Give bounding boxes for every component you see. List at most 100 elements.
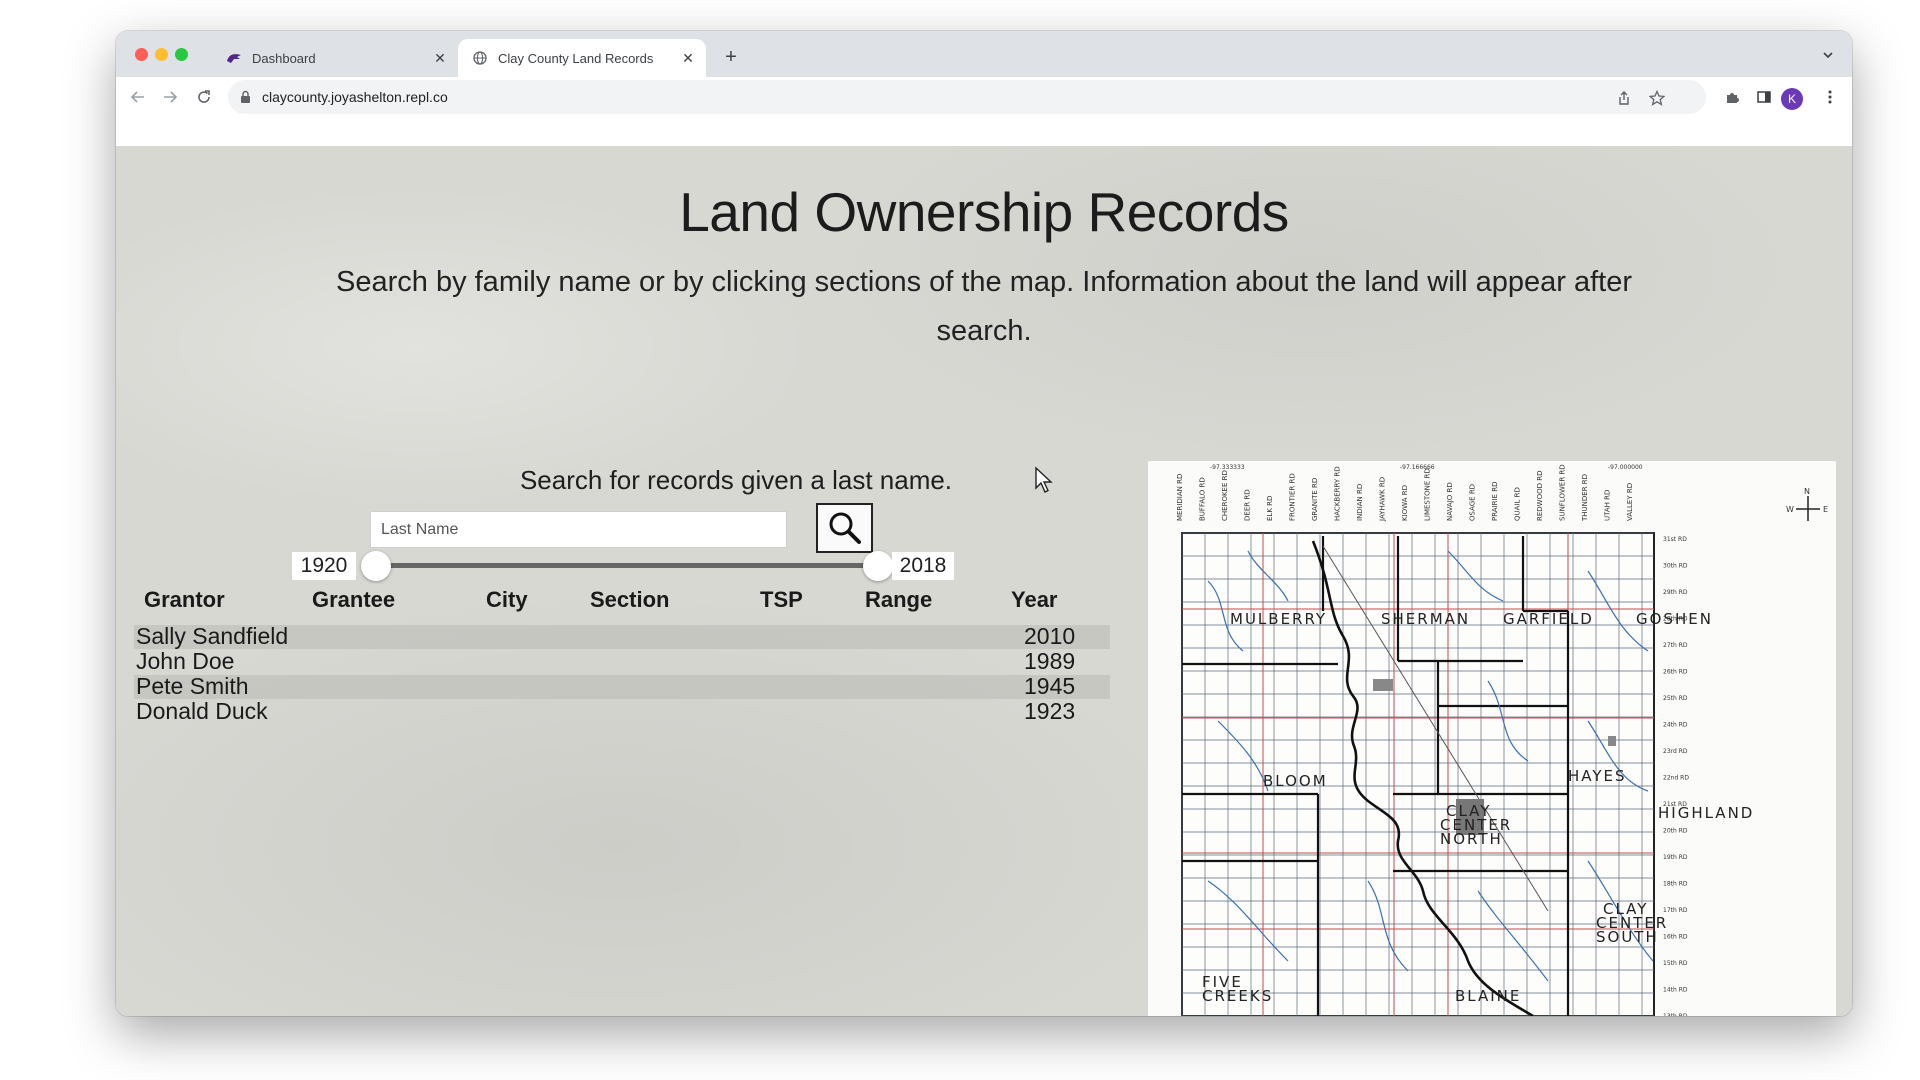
column-header-tsp: TSP	[760, 587, 803, 612]
close-window-button[interactable]	[135, 48, 148, 61]
forward-arrow-icon[interactable]	[158, 85, 182, 109]
east-road-label: 17th RD	[1663, 907, 1688, 914]
table-row[interactable]: Pete Smith 1945	[134, 673, 1110, 699]
wildcat-logo-icon	[226, 50, 242, 66]
east-road-label: 22nd RD	[1663, 775, 1689, 782]
road-label: GRANITE RD	[1311, 478, 1319, 521]
road-label: LIMESTONE RD	[1424, 468, 1432, 521]
year-range-slider-track[interactable]	[378, 563, 878, 568]
coordinate-label: -97.333333	[1210, 464, 1245, 471]
township-label: BLOOM	[1263, 772, 1328, 790]
record-name: Donald Duck	[136, 698, 268, 724]
search-prompt: Search for records given a last name.	[519, 465, 953, 495]
mouse-cursor-icon	[1034, 466, 1054, 499]
east-road-label: 19th RD	[1663, 854, 1688, 861]
kebab-menu-icon[interactable]	[1820, 87, 1840, 107]
east-road-label: 14th RD	[1663, 987, 1688, 994]
township-label: MULBERRY	[1230, 610, 1327, 628]
record-year: 1923	[1024, 698, 1076, 724]
township-label: HAYES	[1568, 767, 1627, 785]
close-tab-icon[interactable]: ✕	[680, 50, 696, 66]
road-label: DEER RD	[1244, 489, 1252, 521]
maximize-window-button[interactable]	[175, 48, 188, 61]
tab-title: Dashboard	[252, 50, 316, 66]
road-label: OSAGE RD	[1469, 484, 1477, 521]
close-tab-icon[interactable]: ✕	[432, 50, 448, 66]
east-road-label: 27th RD	[1663, 642, 1688, 649]
browser-toolbar: claycounty.joyashelton.repl.co K	[116, 77, 1852, 117]
township-label: SHERMAN	[1381, 610, 1470, 628]
east-road-label: 24th RD	[1663, 722, 1688, 729]
east-road-label: 13th RD	[1663, 1013, 1688, 1016]
east-road-label: 29th RD	[1663, 589, 1688, 596]
address-bar[interactable]: claycounty.joyashelton.repl.co	[228, 80, 1706, 114]
road-label: VALLEY RD	[1626, 483, 1634, 521]
column-header-grantor: Grantor	[144, 587, 225, 612]
last-name-search-input[interactable]	[370, 511, 787, 548]
share-icon[interactable]	[1614, 88, 1634, 108]
township-label: CREEKS	[1202, 987, 1273, 1005]
back-arrow-icon[interactable]	[126, 85, 150, 109]
profile-avatar[interactable]: K	[1781, 88, 1803, 110]
year-range-min-handle[interactable]	[361, 551, 391, 581]
east-road-label: 20th RD	[1663, 828, 1688, 835]
county-map-drawing[interactable]: MERIDIAN RD BUFFALO RD CHEROKEE RD DEER RD E…	[1148, 461, 1836, 1016]
column-header-grantee: Grantee	[312, 587, 396, 612]
east-road-label: 23rd RD	[1663, 748, 1688, 755]
tab-dashboard[interactable]: Dashboard ✕	[212, 39, 458, 77]
record-year: 1989	[1024, 648, 1076, 674]
table-row[interactable]: John Doe 1989	[134, 648, 1110, 674]
tab-title: Clay County Land Records	[498, 50, 654, 66]
column-header-section: Section	[590, 587, 670, 612]
compass-n: N	[1804, 487, 1810, 496]
year-range-max-label: 2018	[892, 552, 954, 580]
road-label: ELK RD	[1266, 496, 1274, 521]
minimize-window-button[interactable]	[155, 48, 168, 61]
record-name: Pete Smith	[136, 673, 249, 699]
township-label: BLAINE	[1455, 987, 1521, 1005]
road-label: QUAIL RD	[1514, 487, 1522, 521]
road-label: SUNFLOWER RD	[1559, 464, 1567, 521]
road-label: BUFFALO RD	[1199, 477, 1207, 521]
township-label: SOUTH	[1596, 928, 1659, 946]
road-label: HACKBERRY RD	[1334, 466, 1342, 521]
coordinate-label: -97.166666	[1400, 464, 1435, 471]
column-header-year: Year	[1011, 587, 1058, 612]
year-range-min-label: 1920	[292, 552, 356, 580]
township-label: NORTH	[1440, 830, 1503, 848]
road-label: UTAH RD	[1604, 490, 1612, 521]
east-road-label: 18th RD	[1663, 881, 1688, 888]
county-section-map[interactable]: MERIDIAN RD BUFFALO RD CHEROKEE RD DEER RD E…	[1148, 461, 1836, 1016]
url-text: claycounty.joyashelton.repl.co	[262, 89, 448, 105]
east-road-label: 15th RD	[1663, 960, 1688, 967]
table-row[interactable]: Sally Sandfield 2010	[134, 623, 1110, 649]
reload-icon[interactable]	[192, 85, 216, 109]
browser-window: Dashboard ✕ Clay County Land Records ✕ +	[116, 31, 1852, 1016]
year-range-max-handle[interactable]	[863, 551, 893, 581]
tab-strip: Dashboard ✕ Clay County Land Records ✕ +	[116, 31, 1852, 77]
road-label: CHEROKEE RD	[1221, 470, 1229, 521]
record-name: Sally Sandfield	[136, 623, 289, 649]
record-year: 1945	[1024, 673, 1076, 699]
road-label: MERIDIAN RD	[1176, 474, 1184, 521]
page-subtitle: Search by family name or by clicking sec…	[336, 266, 1632, 347]
township-label: HIGHLAND	[1658, 804, 1754, 822]
bookmark-star-icon[interactable]	[1647, 88, 1667, 108]
column-header-city: City	[486, 587, 528, 612]
east-road-label: 26th RD	[1663, 669, 1688, 676]
search-button[interactable]	[816, 503, 873, 553]
compass-w: W	[1786, 505, 1794, 514]
east-road-label: 16th RD	[1663, 934, 1688, 941]
lock-icon	[240, 90, 251, 109]
column-header-range: Range	[865, 587, 933, 612]
tab-search-chevron-icon[interactable]	[1818, 45, 1838, 65]
table-row[interactable]: Donald Duck 1923	[134, 698, 1110, 724]
new-tab-button[interactable]: +	[719, 45, 743, 69]
township-label: GOSHEN	[1636, 610, 1713, 628]
road-label: REDWOOD RD	[1536, 471, 1544, 522]
tab-clay-county[interactable]: Clay County Land Records ✕	[458, 39, 706, 77]
coordinate-label: -97.000000	[1608, 464, 1643, 471]
extensions-puzzle-icon[interactable]	[1723, 87, 1743, 107]
road-label: JAYHAWK RD	[1379, 477, 1387, 522]
side-panel-icon[interactable]	[1754, 87, 1774, 107]
